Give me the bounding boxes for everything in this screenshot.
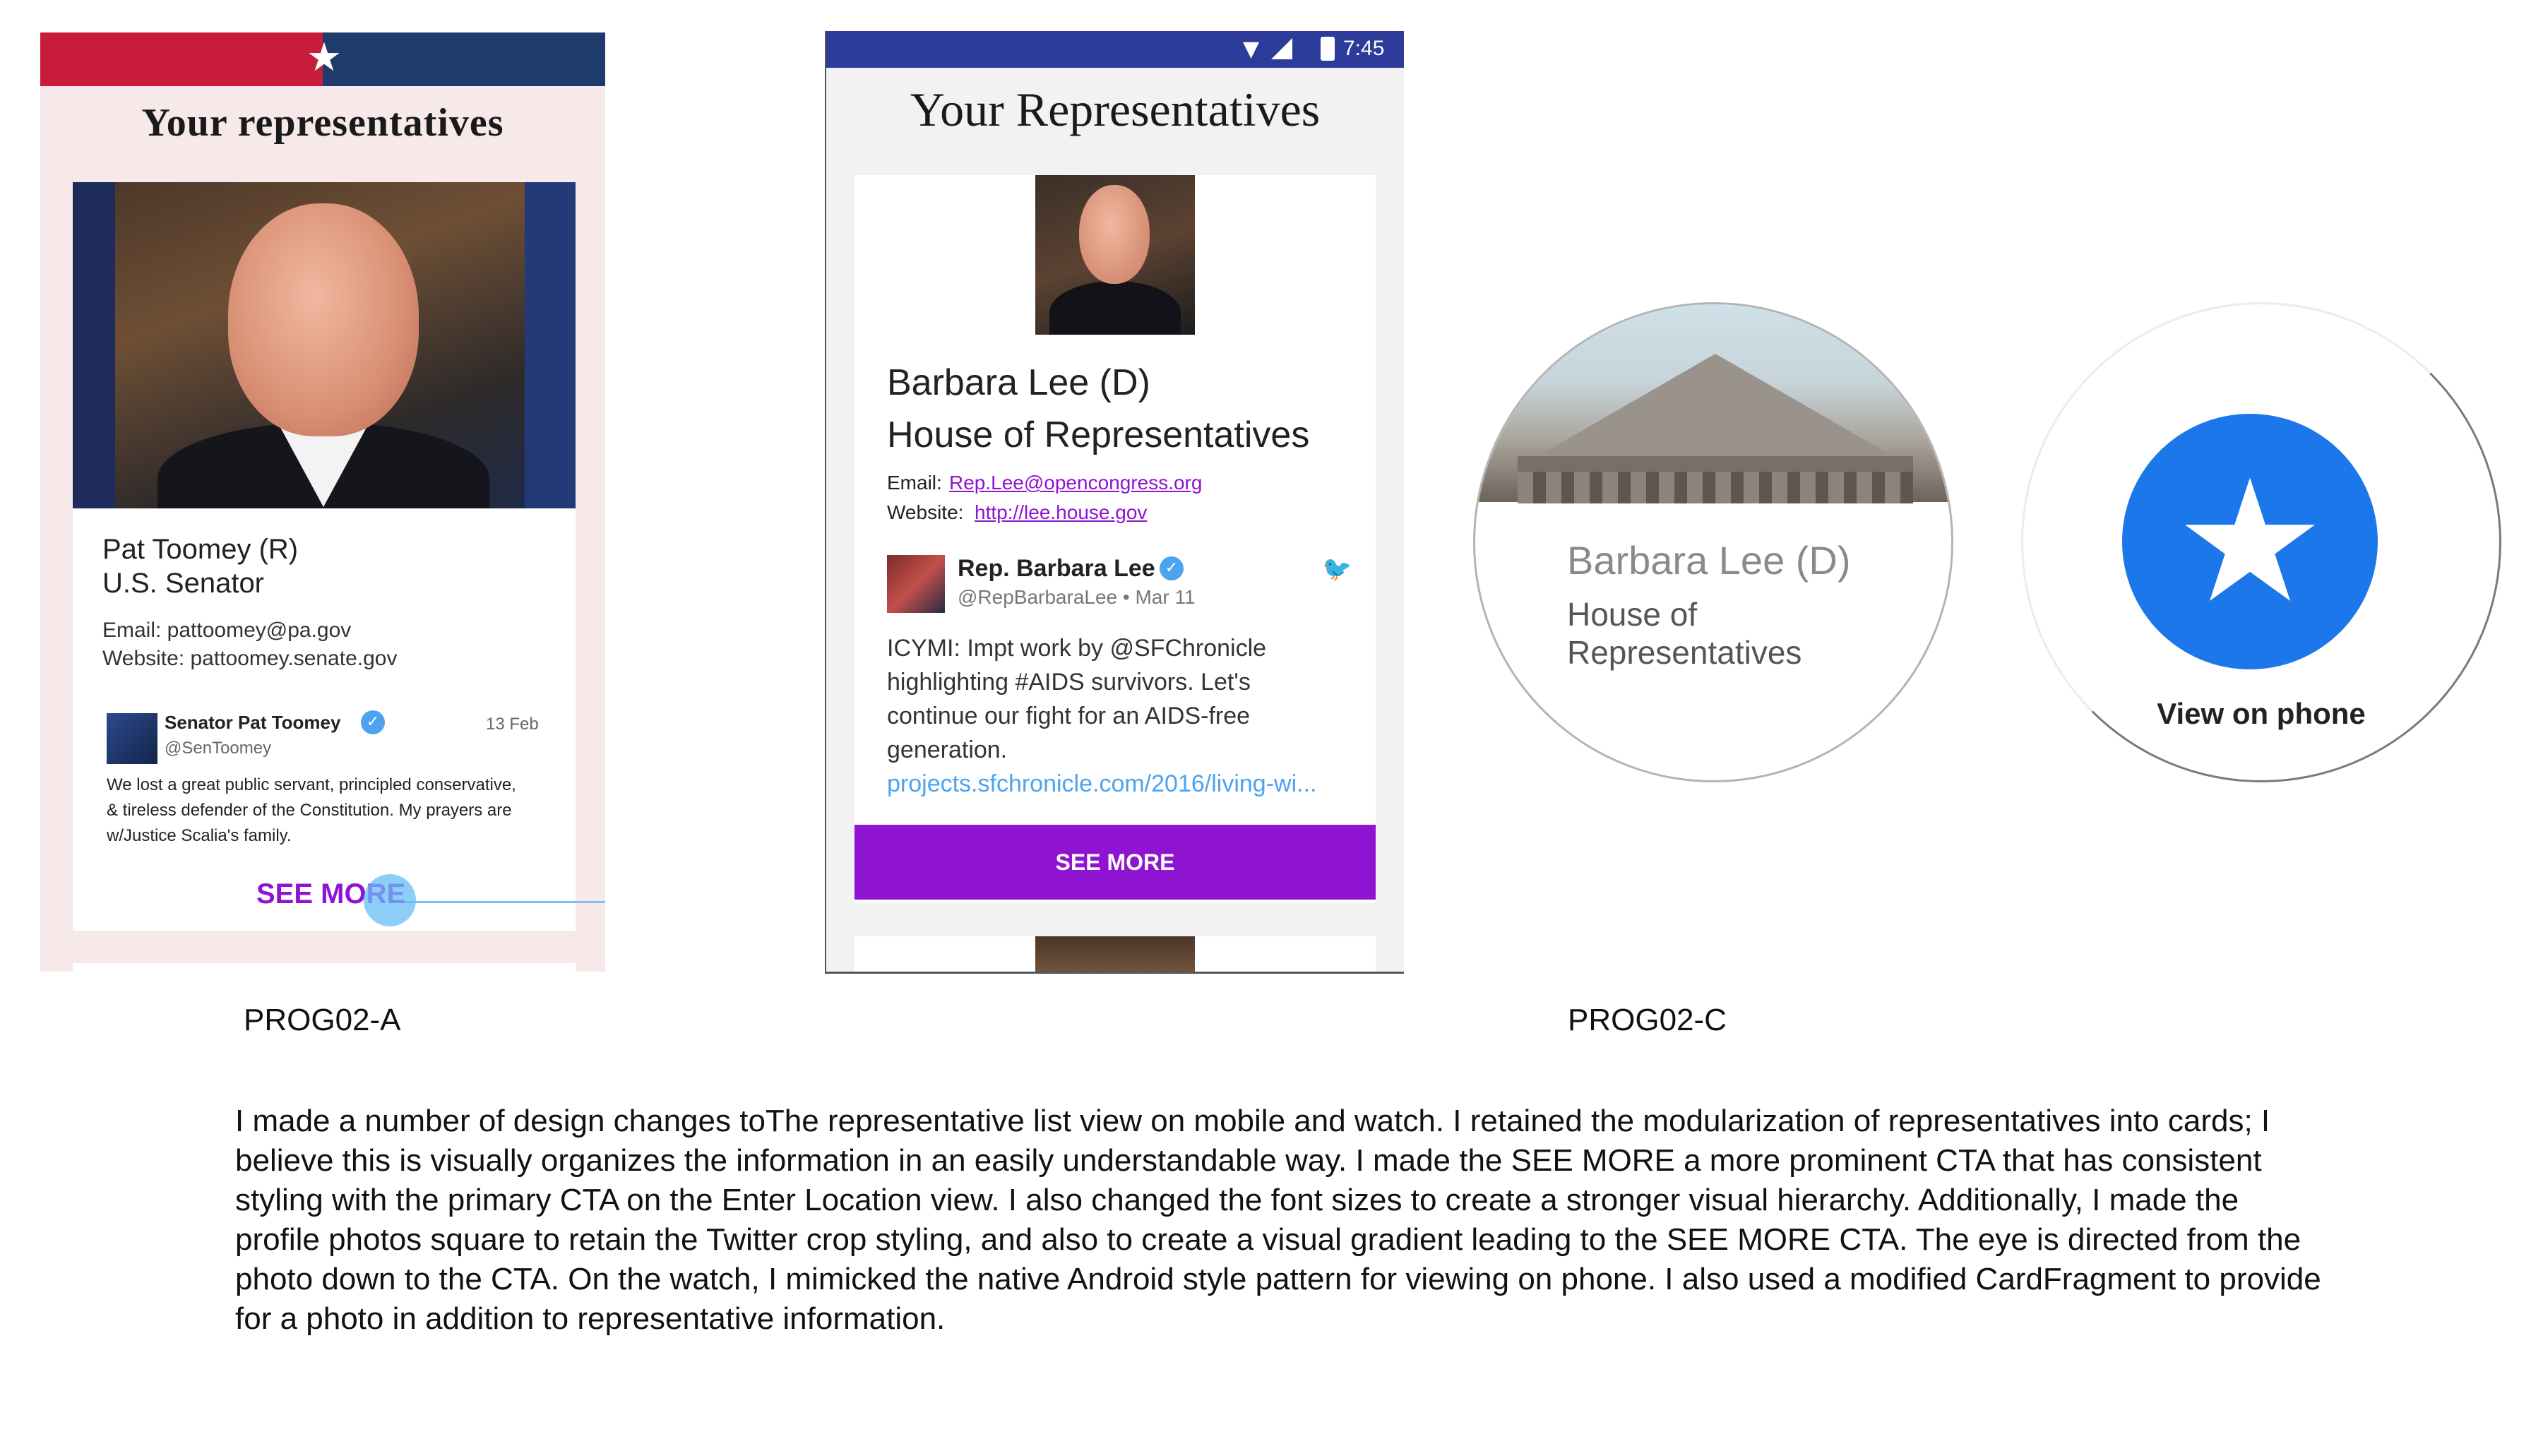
email-label: Email:	[887, 472, 942, 494]
battery-icon	[1321, 37, 1335, 61]
representative-role: House of Representatives	[887, 414, 1310, 455]
representative-card[interactable]: Barbara Lee (D) House of Representatives…	[854, 175, 1376, 902]
tweet-text: We lost a great public servant, principl…	[107, 775, 516, 845]
email-link[interactable]: Rep.Lee@opencongress.org	[949, 472, 1202, 494]
see-more-button[interactable]: SEE MORE	[854, 825, 1376, 900]
tweet-handle-date: @RepBarbaraLee • Mar 11	[958, 586, 1196, 608]
next-card-peek	[73, 963, 576, 972]
portrait-suit	[1049, 281, 1181, 335]
capitol-building-image	[1475, 304, 1951, 503]
status-bar: ▼ 7:45	[826, 31, 1404, 68]
mockup-android: ▼ 7:45 Your Representatives Barbara Lee …	[825, 31, 1404, 974]
tweet-date: 13 Feb	[486, 715, 539, 734]
page-title: Your Representatives	[910, 83, 1321, 136]
building-pediment	[1532, 354, 1899, 460]
flag-decoration-right	[525, 182, 576, 508]
building-columns	[1518, 472, 1913, 503]
tweet-avatar	[107, 713, 157, 764]
view-on-phone-label: View on phone	[2157, 697, 2366, 730]
wifi-icon: ▼	[1243, 37, 1260, 61]
portrait-face	[1079, 185, 1150, 284]
representative-email: Email: pattoomey@pa.gov	[102, 619, 352, 642]
representative-photo	[1035, 175, 1195, 335]
verified-icon: ✓	[361, 710, 385, 734]
page-title: Your representatives	[141, 101, 504, 145]
tweet-display-name: Senator Pat Toomey	[165, 712, 341, 733]
representative-name: Barbara Lee (D)	[1567, 538, 1851, 583]
representative-photo	[73, 182, 576, 508]
representative-name: Barbara Lee (D)	[887, 362, 1150, 403]
representative-name: Pat Toomey (R)	[102, 534, 299, 565]
touch-swipe-indicator	[391, 901, 605, 903]
twitter-bird-icon: 🐦	[1322, 555, 1352, 583]
flag-banner-blue	[323, 32, 605, 86]
website-link[interactable]: http://lee.house.gov	[975, 501, 1147, 524]
status-time: 7:45	[1343, 37, 1385, 60]
flag-banner-red	[40, 32, 323, 86]
next-card-photo	[1035, 936, 1195, 972]
mockup-prog02-a: ★ Your representatives Pat Toomey (R) U.…	[40, 32, 605, 972]
design-description: I made a number of design changes toThe …	[235, 1104, 2321, 1336]
tweet-link[interactable]: projects.sfchronicle.com/2016/living-wi.…	[887, 770, 1316, 797]
representative-website: Website: pattoomey.senate.gov	[102, 647, 398, 670]
tweet-handle: @SenToomey	[165, 739, 272, 758]
signal-icon	[1271, 38, 1292, 59]
representative-card[interactable]: Pat Toomey (R) U.S. Senator Email: patto…	[73, 182, 605, 931]
representative-role-line1: House of	[1567, 596, 1698, 633]
star-icon: ★	[2174, 443, 2326, 640]
watch-action-face: ★ View on phone	[2021, 302, 2501, 782]
representative-role: U.S. Senator	[102, 568, 265, 599]
building-ledge	[1518, 456, 1913, 472]
touch-point-indicator	[364, 874, 416, 926]
star-icon: ★	[306, 35, 343, 80]
representative-role-line2: Representatives	[1567, 634, 1802, 671]
caption-prog02-a: PROG02-A	[244, 1003, 401, 1037]
tweet-avatar	[887, 555, 945, 613]
next-card-peek	[854, 936, 1376, 972]
flag-decoration	[73, 182, 115, 508]
caption-prog02-c: PROG02-C	[1568, 1003, 1727, 1037]
watch-card-face[interactable]: Barbara Lee (D) House of Representatives	[1473, 302, 1953, 782]
tweet-display-name: Rep. Barbara Lee	[958, 555, 1155, 582]
tweet-text: ICYMI: Impt work by @SFChronicle highlig…	[887, 631, 1325, 801]
website-label: Website:	[887, 501, 964, 523]
portrait-face	[228, 203, 419, 436]
tweet-body: ICYMI: Impt work by @SFChronicle highlig…	[887, 635, 1267, 763]
verified-icon: ✓	[1160, 556, 1184, 580]
